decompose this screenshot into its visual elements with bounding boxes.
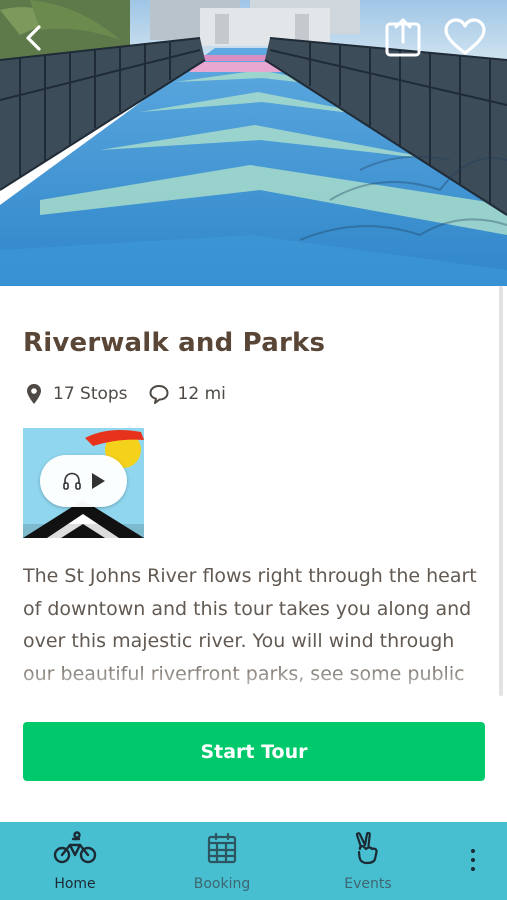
- heart-icon: [444, 18, 486, 55]
- stops-count: 17 Stops: [53, 384, 128, 404]
- distance-info: 12 mi: [148, 383, 226, 405]
- peace-hand-icon: [346, 830, 390, 866]
- nav-item-home[interactable]: Home: [34, 822, 116, 900]
- hero-image: [0, 0, 507, 286]
- stops-info: 17 Stops: [23, 383, 128, 405]
- more-menu-button[interactable]: [458, 840, 488, 880]
- share-button[interactable]: [381, 16, 425, 60]
- map-pin-icon: [23, 383, 45, 405]
- distance-value: 12 mi: [177, 384, 226, 404]
- tour-detail-panel: Riverwalk and Parks 17 Stops 12 mi The S…: [0, 286, 507, 822]
- tour-description: The St Johns River flows right through t…: [23, 565, 477, 685]
- nav-item-booking[interactable]: Booking: [181, 822, 263, 900]
- nav-label-events: Events: [344, 876, 392, 892]
- tour-meta: 17 Stops 12 mi: [23, 382, 226, 406]
- bottom-navigation: Home Booking Events: [0, 822, 507, 900]
- share-icon: [385, 18, 421, 57]
- more-vertical-icon-dot: [471, 867, 475, 871]
- favorite-button[interactable]: [441, 14, 489, 60]
- nav-label-home: Home: [54, 876, 96, 892]
- play-icon: [91, 473, 105, 489]
- hero-photo: [0, 0, 507, 286]
- more-vertical-icon: [471, 849, 475, 853]
- back-button[interactable]: [14, 18, 54, 58]
- nav-label-booking: Booking: [193, 876, 251, 892]
- audio-play-button[interactable]: [40, 455, 127, 507]
- route-loop-icon: [148, 383, 170, 405]
- bicycle-icon: [53, 830, 97, 866]
- scrollbar[interactable]: [499, 286, 503, 696]
- audio-thumbnail[interactable]: [23, 428, 144, 538]
- tour-title: Riverwalk and Parks: [23, 328, 326, 358]
- start-tour-button[interactable]: Start Tour: [23, 722, 485, 781]
- headphones-icon: [62, 472, 81, 490]
- nav-item-events[interactable]: Events: [327, 822, 409, 900]
- chevron-left-icon: [26, 25, 41, 51]
- calendar-icon: [200, 830, 244, 866]
- more-vertical-icon-dot: [471, 858, 475, 862]
